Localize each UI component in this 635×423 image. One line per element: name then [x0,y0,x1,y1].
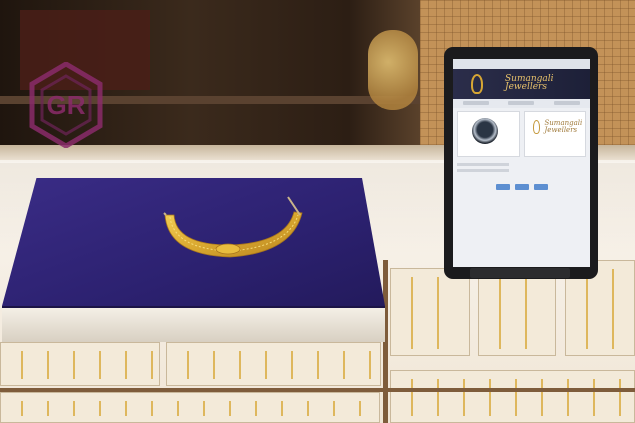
jewelry-tray [166,342,381,386]
tablet-screen: Sumangali Jewellers Sumangali Jewellers [453,59,590,267]
tray-divider [0,388,635,392]
tablet-button[interactable] [495,184,510,190]
tablet-buttons [453,184,590,190]
box-front [2,306,385,342]
jewelry-tray [478,268,556,356]
banner-brand: Sumangali Jewellers [505,74,554,92]
jewelry-tray [390,370,635,423]
tablet-stand [470,268,570,278]
tablet-cards: Sumangali Jewellers [453,108,590,160]
tablet-device: Sumangali Jewellers Sumangali Jewellers [444,47,598,279]
tablet-banner: Sumangali Jewellers [453,69,590,99]
gold-necklace [163,196,303,258]
tablet-topbar [453,59,590,69]
lamp [368,30,418,110]
logo-letters: GR [47,90,86,120]
brand-mark-icon [532,120,540,134]
necklace-icon [471,74,483,94]
photo-scene: Sumangali Jewellers Sumangali Jewellers [0,0,635,423]
jewelry-tray [0,392,380,423]
tablet-button[interactable] [533,184,548,190]
ring-icon [472,118,498,144]
gr-logo-watermark: GR [29,62,103,148]
card-brand: Sumangali Jewellers [544,119,583,134]
jewelry-tray [0,342,160,386]
tablet-button[interactable] [514,184,529,190]
ring-card[interactable] [457,111,520,157]
tablet-tabs [453,99,590,108]
jewelry-tray [390,268,470,356]
brand-card[interactable]: Sumangali Jewellers [523,111,586,157]
tablet-text-lines [453,163,590,172]
